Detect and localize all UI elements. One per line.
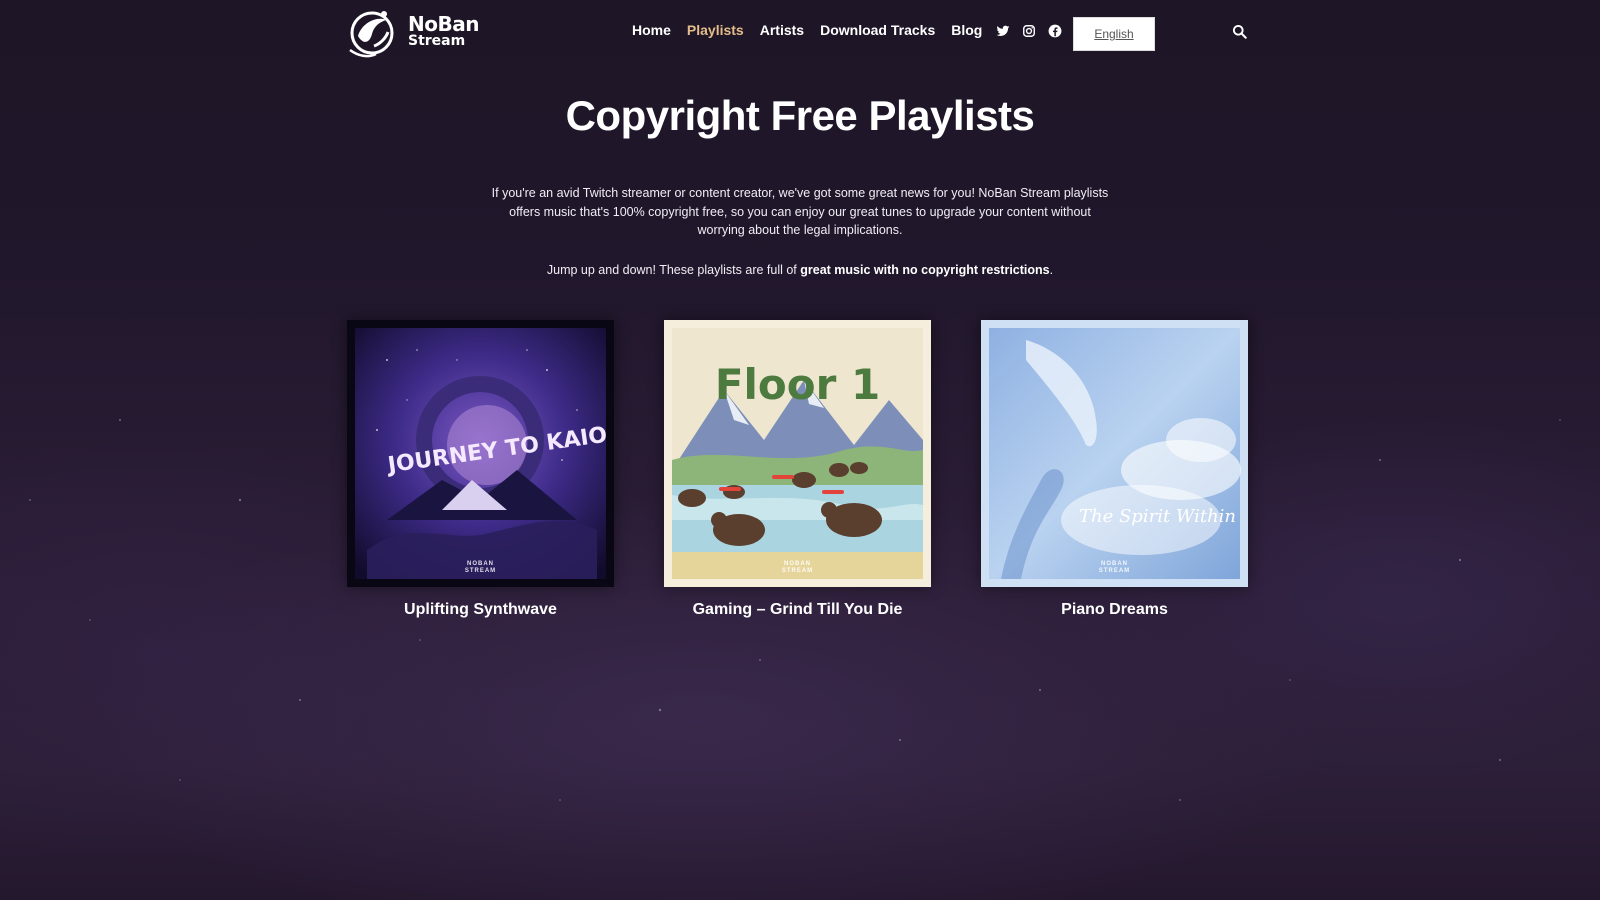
site-header: NoBan Stream Home Playlists Artists Down… (0, 0, 1600, 66)
playlist-title[interactable]: Piano Dreams (981, 601, 1248, 619)
cover-brand-line1: NOBAN (467, 561, 494, 567)
language-selector[interactable]: English (1073, 17, 1155, 51)
playlist-cover[interactable]: The Spirit Within NOBAN STREAM (981, 320, 1248, 587)
nav-playlists[interactable]: Playlists (687, 22, 744, 38)
main-nav: Home Playlists Artists Download Tracks B… (632, 22, 982, 38)
playlist-title[interactable]: Gaming – Grind Till You Die (664, 601, 931, 619)
facebook-icon[interactable] (1048, 24, 1062, 38)
cover-brand-line1: NOBAN (1101, 561, 1128, 567)
cover-text: The Spirit Within (1079, 506, 1237, 527)
logo-wordmark: NoBan Stream (408, 12, 479, 50)
playlist-card[interactable]: The Spirit Within NOBAN STREAM Piano Drea… (981, 320, 1248, 619)
intro-paragraph: If you're an avid Twitch streamer or con… (491, 186, 1109, 237)
cover-brand-line2: STREAM (1098, 568, 1131, 574)
playlist-card[interactable]: JOURNEY TO KAIO NOBAN STREAM Uplifting Sy… (347, 320, 614, 619)
nav-artists[interactable]: Artists (760, 22, 804, 38)
nav-blog[interactable]: Blog (951, 22, 982, 38)
playlist-cover[interactable]: JOURNEY TO KAIO NOBAN STREAM (347, 320, 614, 587)
intro-tagline: Jump up and down! These playlists are fu… (0, 263, 1600, 277)
playlist-card[interactable]: Floor 1 NOBAN STREAM Gaming – Grind Till … (664, 320, 931, 619)
cover-brand: NOBAN STREAM (981, 561, 1248, 575)
nav-home[interactable]: Home (632, 22, 671, 38)
page-title: Copyright Free Playlists (565, 92, 1035, 139)
search-icon[interactable] (1232, 24, 1247, 39)
cover-art-spirit-within (981, 320, 1248, 587)
nav-download-tracks[interactable]: Download Tracks (820, 22, 935, 38)
cover-brand-line1: NOBAN (784, 561, 811, 567)
instagram-icon[interactable] (1022, 24, 1036, 38)
site-logo[interactable]: NoBan Stream (344, 6, 479, 60)
logo-icon (349, 11, 394, 58)
playlist-title[interactable]: Uplifting Synthwave (347, 601, 614, 619)
intro-tagline-bold: great music with no copyright restrictio… (800, 263, 1050, 277)
cover-brand: NOBAN STREAM (347, 561, 614, 575)
intro-tagline-suffix: . (1049, 263, 1054, 277)
playlist-cover[interactable]: Floor 1 NOBAN STREAM (664, 320, 931, 587)
intro-tagline-prefix: Jump up and down! These playlists are fu… (546, 263, 801, 277)
logo-line1: NoBan (408, 12, 479, 36)
twitter-icon[interactable] (996, 24, 1010, 38)
cover-text: Floor 1 (714, 360, 881, 409)
cover-brand-line2: STREAM (781, 568, 814, 574)
cover-brand: NOBAN STREAM (664, 561, 931, 575)
cover-brand-line2: STREAM (464, 568, 497, 574)
social-links (996, 24, 1062, 38)
